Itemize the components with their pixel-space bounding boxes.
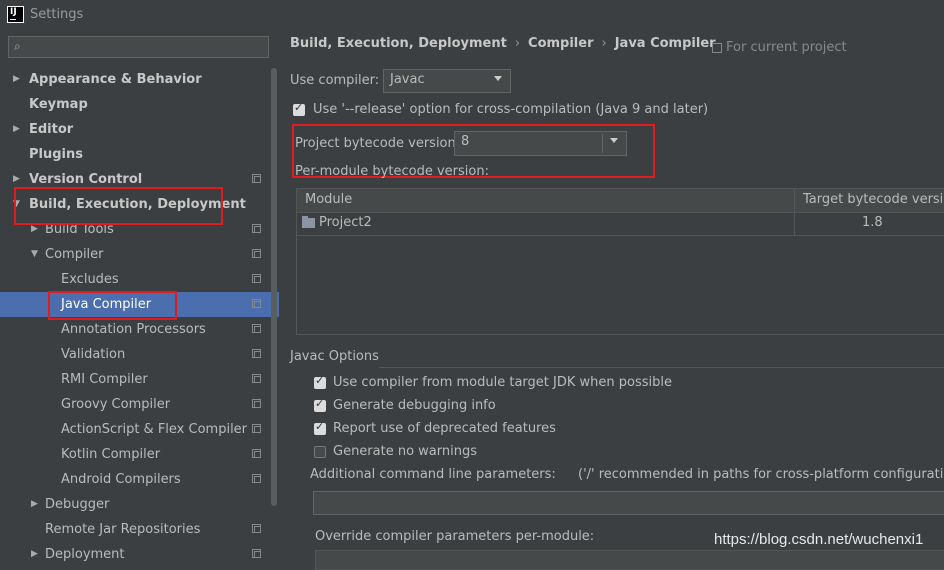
- project-scope-icon: [252, 424, 261, 433]
- project-scope-icon: [252, 324, 261, 333]
- column-header-target[interactable]: Target bytecode version: [803, 192, 944, 207]
- settings-sidebar: ⌕ ▶ Appearance & Behavior Keymap ▶ Edito…: [0, 30, 279, 562]
- sidebar-item-plugins[interactable]: Plugins: [0, 142, 270, 167]
- table-row[interactable]: Project2 1.8: [297, 212, 944, 236]
- dropdown-arrow-icon: [494, 76, 502, 81]
- sidebar-item-kotlin-compiler[interactable]: Kotlin Compiler: [0, 442, 270, 467]
- module-bytecode-table[interactable]: Module Target bytecode version Project2 …: [296, 188, 944, 335]
- settings-content: Build, Execution, Deployment › Compiler › Ja…: [279, 30, 944, 570]
- project-scope-icon: [252, 249, 261, 258]
- sidebar-item-editor[interactable]: ▶ Editor: [0, 117, 270, 142]
- sidebar-item-appearance[interactable]: ▶ Appearance & Behavior: [0, 67, 270, 92]
- params-hint: ('/' recommended in paths for cross-plat…: [578, 467, 944, 482]
- intellij-logo-icon: IJ: [7, 6, 24, 23]
- column-header-module[interactable]: Module: [305, 192, 352, 207]
- breadcrumb: Build, Execution, Deployment › Compiler › Ja…: [290, 36, 716, 51]
- params-label: Additional command line parameters:: [310, 467, 556, 482]
- sidebar-item-annotation-processors[interactable]: Annotation Processors: [0, 317, 270, 342]
- project-scope-icon: [252, 274, 261, 283]
- release-option-checkbox[interactable]: [293, 101, 305, 116]
- breadcrumb-item[interactable]: Compiler: [528, 36, 593, 51]
- use-compiler-select[interactable]: Javac: [383, 69, 511, 93]
- sidebar-item-validation[interactable]: Validation: [0, 342, 270, 367]
- deprecated-label: Report use of deprecated features: [333, 421, 556, 436]
- search-input[interactable]: ⌕: [8, 36, 269, 58]
- breadcrumb-item[interactable]: Build, Execution, Deployment: [290, 36, 507, 51]
- sidebar-item-remote-jar-repositories[interactable]: Remote Jar Repositories: [0, 517, 270, 542]
- use-compiler-value: Javac: [390, 72, 425, 87]
- table-header: Module Target bytecode version: [297, 189, 944, 213]
- project-scope-icon: [252, 224, 261, 233]
- sidebar-item-actionscript-flex-compiler[interactable]: ActionScript & Flex Compiler: [0, 417, 270, 442]
- sidebar-item-debugger[interactable]: ▶ Debugger: [0, 492, 270, 517]
- sidebar-item-groovy-compiler[interactable]: Groovy Compiler: [0, 392, 270, 417]
- sidebar-scrollbar[interactable]: [271, 68, 277, 506]
- sidebar-item-compiler[interactable]: ▼ Compiler: [0, 242, 270, 267]
- project-scope-icon: [252, 549, 261, 558]
- breadcrumb-separator: ›: [514, 36, 521, 51]
- use-module-jdk-checkbox[interactable]: [314, 374, 326, 389]
- highlight-box: [14, 187, 223, 225]
- chevron-right-icon[interactable]: ▶: [31, 492, 38, 517]
- watermark: https://blog.csdn.net/wuchenxi1: [714, 531, 924, 548]
- sidebar-item-rmi-compiler[interactable]: RMI Compiler: [0, 367, 270, 392]
- project-scope-icon: [252, 449, 261, 458]
- folder-icon: [302, 216, 315, 228]
- project-scope-icon: [252, 374, 261, 383]
- debug-info-checkbox[interactable]: [314, 397, 326, 412]
- no-warnings-checkbox[interactable]: [314, 446, 326, 458]
- module-name: Project2: [319, 215, 372, 230]
- for-current-project-label: For current project: [726, 40, 847, 55]
- per-module-label: Per-module bytecode version:: [295, 164, 489, 179]
- use-module-jdk-label: Use compiler from module target JDK when…: [333, 375, 672, 390]
- override-table[interactable]: [315, 550, 944, 570]
- debug-info-label: Generate debugging info: [333, 398, 496, 413]
- chevron-down-icon[interactable]: ▼: [31, 242, 38, 267]
- project-scope-icon: [252, 399, 261, 408]
- javac-options-title: Javac Options: [290, 349, 379, 364]
- sidebar-item-deployment[interactable]: ▶ Deployment: [0, 542, 270, 567]
- project-scope-icon: [252, 174, 261, 183]
- project-scope-icon: [252, 299, 261, 308]
- sidebar-item-android-compilers[interactable]: Android Compilers: [0, 467, 270, 492]
- project-scope-icon: [252, 524, 261, 533]
- sidebar-item-excludes[interactable]: Excludes: [0, 267, 270, 292]
- target-version[interactable]: 1.8: [862, 215, 883, 230]
- project-scope-icon: [252, 474, 261, 483]
- deprecated-checkbox[interactable]: [314, 420, 326, 435]
- search-icon: ⌕: [14, 39, 21, 53]
- project-scope-icon: [252, 349, 261, 358]
- chevron-right-icon[interactable]: ▶: [13, 117, 20, 142]
- use-compiler-label: Use compiler:: [290, 73, 380, 88]
- highlight-box: [48, 291, 177, 320]
- no-warnings-label: Generate no warnings: [333, 444, 478, 459]
- project-scope-hint: For current project: [712, 40, 847, 55]
- params-input[interactable]: [313, 491, 944, 515]
- title-bar: IJ Settings: [0, 0, 944, 30]
- chevron-right-icon[interactable]: ▶: [13, 67, 20, 92]
- project-scope-icon: [712, 42, 722, 53]
- group-divider: [379, 367, 944, 368]
- breadcrumb-separator: ›: [601, 36, 607, 51]
- sidebar-item-keymap[interactable]: Keymap: [0, 92, 270, 117]
- breadcrumb-item: Java Compiler: [614, 36, 716, 51]
- window-title: Settings: [30, 7, 84, 22]
- chevron-right-icon[interactable]: ▶: [31, 542, 38, 567]
- release-option-label: Use '--release' option for cross-compila…: [313, 102, 709, 117]
- override-label: Override compiler parameters per-module:: [315, 529, 595, 544]
